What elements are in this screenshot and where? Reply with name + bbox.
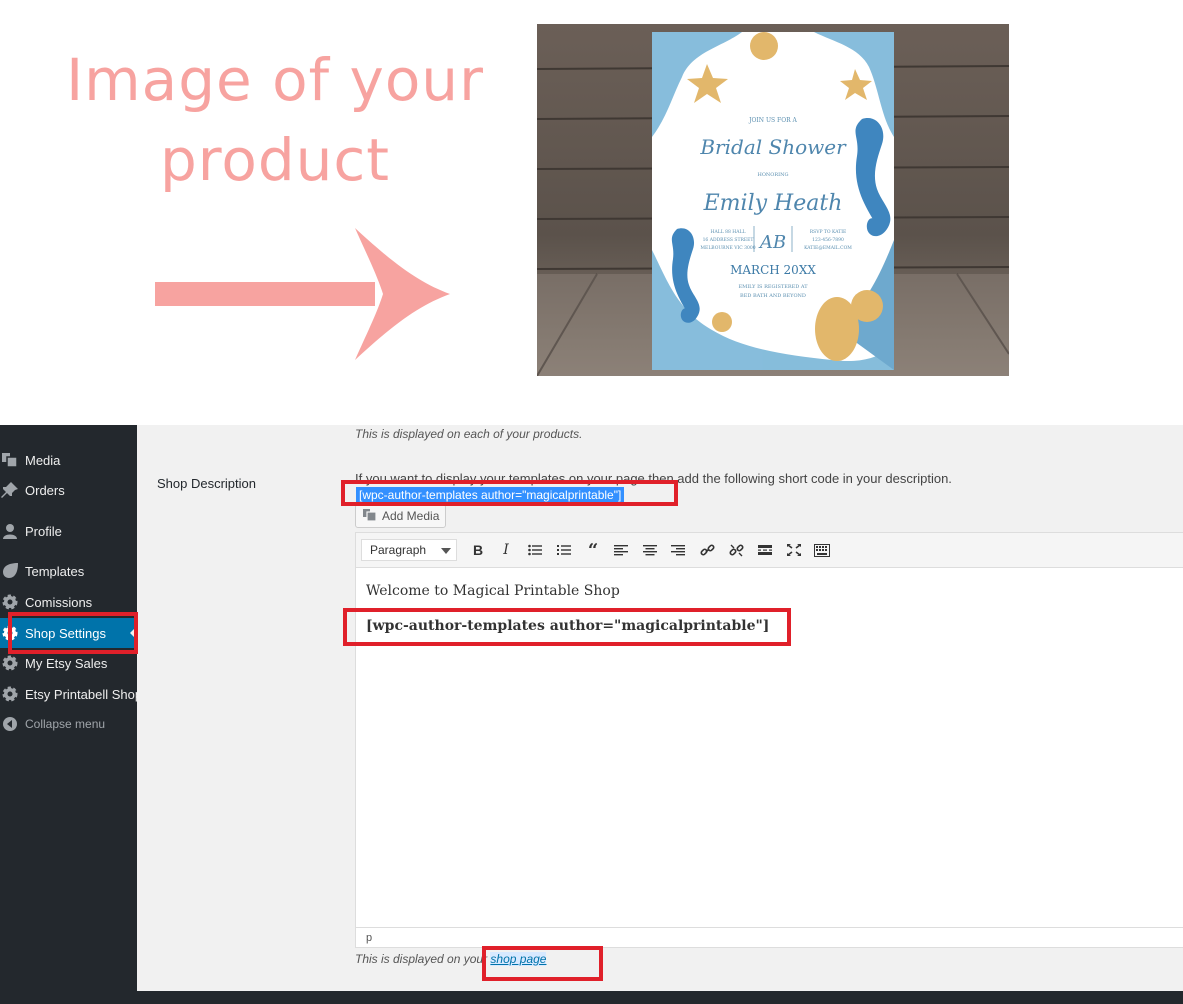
chevron-down-icon <box>441 548 451 554</box>
collapse-menu[interactable]: Collapse menu <box>0 709 137 739</box>
sidebar-item-etsy-printabell-shop[interactable]: Etsy Printabell Shop <box>0 679 142 709</box>
annotation-box-shop-settings <box>8 612 138 654</box>
add-media-label: Add Media <box>382 509 440 523</box>
invite-venue-2: 16 ADDRESS STREET <box>703 237 754 243</box>
bold-icon[interactable]: B <box>469 541 487 559</box>
invite-registry-2: BED BATH AND BEYOND <box>740 293 806 299</box>
sidebar-item-label: Comissions <box>25 594 93 610</box>
sidebar-item-label: My Etsy Sales <box>25 655 108 671</box>
italic-icon[interactable]: I <box>497 541 515 559</box>
align-left-icon[interactable] <box>612 541 630 559</box>
hero-line-2: product <box>159 126 391 194</box>
sidebar-item-label: Media <box>25 452 61 468</box>
link-icon[interactable] <box>698 541 716 559</box>
editor-path-statusbar: p <box>356 927 1183 947</box>
collapse-icon <box>1 715 19 733</box>
add-media-button[interactable]: Add Media <box>355 504 447 528</box>
pin-icon <box>1 481 19 499</box>
align-center-icon[interactable] <box>641 541 659 559</box>
numbered-list-icon[interactable] <box>555 541 573 559</box>
invite-venue-3: MELBOURNE VIC 3000 <box>700 245 755 251</box>
media-icon <box>362 508 378 525</box>
invite-rsvp-3: KATIE@EMAIL.COM <box>804 244 852 251</box>
sidebar-item-profile[interactable]: Profile <box>0 516 137 546</box>
invite-registry-1: EMILY IS REGISTERED AT <box>738 284 808 290</box>
sidebar-item-templates[interactable]: Templates <box>0 556 137 586</box>
settings-content: This is displayed on each of your produc… <box>137 425 1183 991</box>
sidebar-item-label: Templates <box>25 563 85 579</box>
invite-date: MARCH 20XX <box>730 263 816 277</box>
hero-heading: Image of your product <box>60 40 490 200</box>
annotation-box-shop-page <box>482 946 603 981</box>
annotation-box-shortcode <box>341 480 678 506</box>
blockquote-icon[interactable]: “ <box>584 540 602 561</box>
gear-icon <box>1 685 19 703</box>
description-editor: Paragraph B I “ Welcome to Magical Print… <box>355 532 1183 948</box>
shop-description-label: Shop Description <box>157 476 256 491</box>
read-more-icon[interactable] <box>756 541 774 559</box>
toolbar-toggle-icon[interactable] <box>813 541 831 559</box>
gear-icon <box>1 654 19 672</box>
invite-rsvp-2: 123-456-7890 <box>812 237 844 243</box>
sidebar-item-label: Etsy Printabell Shop <box>25 686 143 702</box>
invite-honoring: HONORING <box>757 172 788 178</box>
sidebar-item-media[interactable]: Media <box>0 445 137 475</box>
element-path: p <box>366 931 373 944</box>
arrow-right-icon <box>155 228 450 360</box>
bullet-list-icon[interactable] <box>526 541 544 559</box>
invite-event: Bridal Shower <box>699 135 847 159</box>
media-icon <box>1 451 19 469</box>
editor-paragraph-welcome: Welcome to Magical Printable Shop <box>366 583 620 599</box>
align-right-icon[interactable] <box>669 541 687 559</box>
products-note: This is displayed on each of your produc… <box>355 427 583 441</box>
invite-venue-1: HALL 88 HALL <box>711 229 746 235</box>
invite-name: Emily Heath <box>703 191 843 216</box>
shop-page-note-prefix: This is displayed on your <box>355 952 488 966</box>
admin-sidebar: Media Orders Profile Templates Comission… <box>0 425 142 1004</box>
paragraph-format-select[interactable]: Paragraph <box>361 539 457 561</box>
editor-toolbar: Paragraph B I “ <box>356 533 1183 568</box>
hero-line-1: Image of your <box>66 46 484 114</box>
product-image: JOIN US FOR A Bridal Shower HONORING Emi… <box>537 24 1009 376</box>
wp-admin-panel: Media Orders Profile Templates Comission… <box>0 425 1183 1004</box>
templates-icon <box>1 562 19 580</box>
invite-rsvp-1: RSVP TO KATIE <box>810 229 847 235</box>
user-icon <box>1 522 19 540</box>
sidebar-item-label: Collapse menu <box>25 717 106 731</box>
annotation-box-editor-shortcode <box>343 608 791 646</box>
fullscreen-icon[interactable] <box>785 541 803 559</box>
sidebar-item-orders[interactable]: Orders <box>0 475 137 505</box>
sidebar-item-label: Profile <box>25 523 62 539</box>
invite-join: JOIN US FOR A <box>748 117 797 124</box>
format-select-value: Paragraph <box>370 543 427 557</box>
gear-icon <box>1 593 19 611</box>
invitation-photo: JOIN US FOR A Bridal Shower HONORING Emi… <box>537 24 1009 376</box>
invite-monogram: AB <box>758 232 786 253</box>
unlink-icon[interactable] <box>727 541 745 559</box>
sidebar-item-label: Orders <box>25 482 65 498</box>
